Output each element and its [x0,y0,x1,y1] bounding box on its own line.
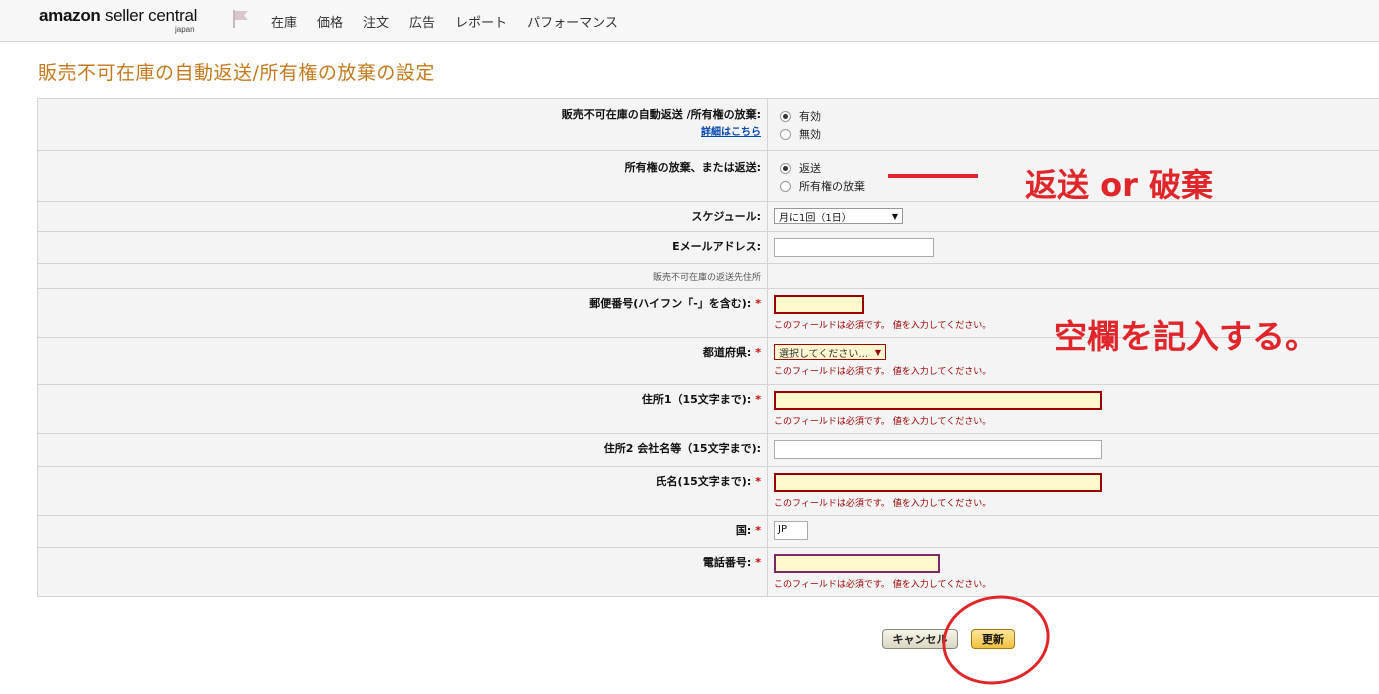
nav-performance[interactable]: パフォーマンス [527,12,618,31]
annotation-circle [934,585,1058,694]
form-row-email: Eメールアドレス: [38,232,1379,264]
phone-field[interactable] [774,554,940,573]
error-message: このフィールドは必須です。 値を入力してください。 [774,417,992,427]
amazon-seller-central-logo[interactable]: amazon seller central japan [39,6,197,38]
annotation-underline [888,174,978,178]
radio-disabled[interactable]: 無効 [780,125,1379,143]
prefecture-label: 都道府県: [702,346,752,359]
nav-orders[interactable]: 注文 [363,12,389,31]
nav-pricing[interactable]: 価格 [317,12,343,31]
logo-region: japan [175,25,195,34]
form-row-address1: 住所1（15文字まで): * このフィールドは必須です。 値を入力してください。 [38,385,1379,434]
address-section-label: 販売不可在庫の返送先住所 [652,273,761,283]
radio-dot[interactable] [780,110,791,122]
required-mark: * [755,524,761,537]
name-label: 氏名(15文字まで): [655,475,752,488]
form-row-address2: 住所2 会社名等（15文字まで): [38,434,1379,467]
nav-advertising[interactable]: 広告 [409,12,435,31]
country-label: 国: [735,524,752,537]
logo-product: seller central [104,6,198,25]
annotation-return-or-dispose: 返送 or 破棄 [1025,166,1214,204]
postal-label: 郵便番号(ハイフン「-」を含む): [589,297,752,310]
address2-label: 住所2 会社名等（15文字まで): [603,442,761,455]
flag-icon[interactable] [231,9,251,29]
logo-brand: amazon [39,6,101,25]
error-message: このフィールドは必須です。 値を入力してください。 [774,499,992,509]
country-field[interactable]: JP [774,521,808,540]
phone-label: 電話番号: [702,556,752,569]
email-label: Eメールアドレス: [672,240,761,253]
dropdown-arrow-icon: ▼ [874,347,881,357]
dropdown-arrow-icon: ▼ [891,211,898,221]
required-mark: * [755,475,761,488]
schedule-label: スケジュール: [691,210,761,223]
required-mark: * [755,393,761,406]
form-row-phone: 電話番号: * このフィールドは必須です。 値を入力してください。 [38,548,1379,597]
action-label: 所有権の放棄、または返送: [624,161,761,174]
nav-reports[interactable]: レポート [455,12,507,31]
email-field[interactable] [774,238,934,257]
nav-inventory[interactable]: 在庫 [271,12,297,31]
name-field[interactable] [774,473,1102,492]
radio-enabled[interactable]: 有効 [780,107,1379,125]
radio-dot[interactable] [780,128,791,140]
form-row-country: 国: * JP [38,516,1379,548]
page-title: 販売不可在庫の自動返送/所有権の放棄の設定 [38,62,435,84]
form-row-name: 氏名(15文字まで): * このフィールドは必須です。 値を入力してください。 [38,467,1379,516]
radio-dot[interactable] [780,162,791,174]
form-row-auto-setting: 販売不可在庫の自動返送 /所有権の放棄: 詳細はこちら 有効 無効 [38,99,1379,151]
address2-field[interactable] [774,440,1102,459]
form-row-schedule: スケジュール: 月に1回（1日） ▼ [38,202,1379,232]
required-mark: * [755,346,761,359]
schedule-select[interactable]: 月に1回（1日） ▼ [774,208,903,224]
required-mark: * [755,556,761,569]
top-navigation-bar: amazon seller central japan 在庫 価格 注文 広告 … [0,0,1379,42]
postal-code-field[interactable] [774,295,864,314]
address1-label: 住所1（15文字まで): [641,393,752,406]
annotation-fill-blanks: 空欄を記入する。 [1054,317,1318,356]
prefecture-select[interactable]: 選択してください... ▼ [774,344,886,360]
auto-setting-label: 販売不可在庫の自動返送 /所有権の放棄: [561,108,761,121]
radio-dot[interactable] [780,180,791,192]
form-row-address-section: 販売不可在庫の返送先住所 [38,264,1379,289]
required-mark: * [755,297,761,310]
main-nav: 在庫 価格 注文 広告 レポート パフォーマンス [271,12,638,31]
error-message: このフィールドは必須です。 値を入力してください。 [774,367,992,377]
details-link[interactable]: 詳細はこちら [38,123,761,138]
address1-field[interactable] [774,391,1102,410]
error-message: このフィールドは必須です。 値を入力してください。 [774,580,992,590]
